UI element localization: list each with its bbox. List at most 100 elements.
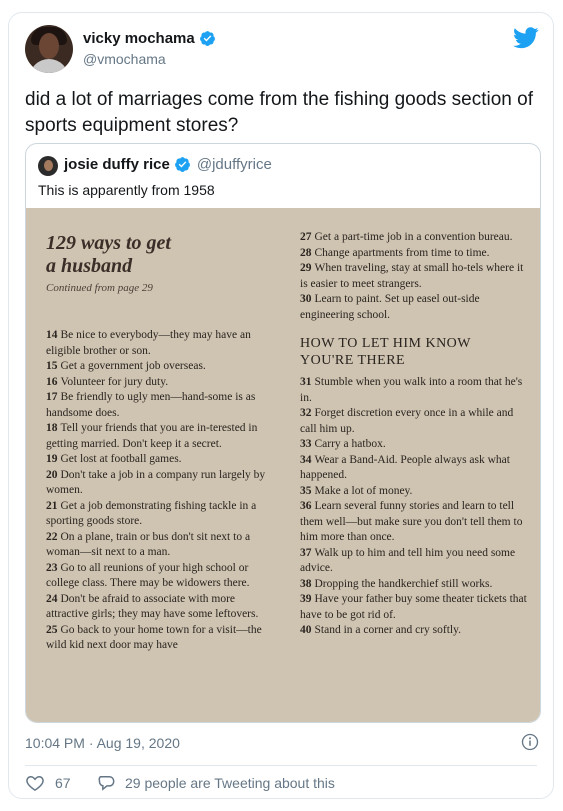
right-entry-list-bottom: 31 Stumble when you walk into a room that… [300,375,528,639]
article-continued: Continued from page 29 [46,282,153,294]
quoted-author-avatar[interactable] [38,156,58,176]
author-name-row[interactable]: vicky mochama [83,30,216,47]
entry-text: When traveling, stay at small ho-tels wh… [300,262,524,290]
quoted-tweet[interactable]: josie duffy rice @jduffyrice This is app… [25,143,541,723]
list-item: 23 Go to all reunions of your high school… [46,561,268,592]
list-item: 16 Volunteer for jury duty. [46,375,268,391]
tweet-timestamp[interactable]: 10:04 PM · Aug 19, 2020 [25,735,180,751]
speech-bubble-icon [98,776,115,791]
author-avatar[interactable] [25,25,73,73]
tweet-text: did a lot of marriages come from the fis… [25,89,533,136]
tweet-card: vicky mochama @vmochama did a lot of mar… [8,12,554,799]
entry-text: Carry a hatbox. [314,438,386,450]
entry-text: Don't be afraid to associate with more a… [46,592,259,621]
magazine-left-column: 129 ways to get a husband Continued from… [46,226,268,654]
list-item: 30 Learn to paint. Set up easel out-side … [300,292,528,323]
entry-text: Learn several funny stories and learn to… [300,500,523,543]
list-item: 32 Forget discretion every once in a whil… [300,406,528,437]
list-item: 35 Make a lot of money. [300,484,528,500]
entry-number: 40 [300,624,312,636]
entry-text: Change apartments from time to time. [314,246,490,259]
entry-number: 28 [300,246,312,259]
entry-text: Wear a Band-Aid. People always ask what … [300,453,510,482]
entry-number: 17 [46,391,58,403]
like-count: 67 [55,775,71,791]
list-item: 19 Get lost at football games. [46,452,268,468]
entry-text: Dropping the handkerchief still works. [314,577,493,590]
divider [25,765,537,766]
list-item: 22 On a plane, train or bus don't sit nex… [46,530,268,561]
entry-number: 22 [46,530,58,543]
list-item: 40 Stand in a corner and cry softly. [300,623,528,639]
entry-number: 21 [46,499,58,512]
list-item: 38 Dropping the handkerchief still works. [300,577,528,593]
list-item: 31 Stumble when you walk into a room that… [300,375,528,406]
tweeting-about-link[interactable]: 29 people are Tweeting about this [97,773,335,793]
quoted-author-row[interactable]: josie duffy rice @jduffyrice [64,156,272,173]
tweeting-about-text: 29 people are Tweeting about this [125,775,335,791]
entry-text: Get lost at football games. [60,453,182,465]
article-title-line2: a husband [46,255,133,277]
entry-text: Tell your friends that you are in-terest… [46,422,258,450]
quoted-author-name[interactable]: josie duffy rice [64,156,170,173]
like-button[interactable]: 67 [25,773,71,793]
entry-text: Learn to paint. Set up easel out-side en… [300,293,480,321]
left-entry-list: 14 Be nice to everybody—they may have an … [46,328,268,654]
info-icon[interactable] [521,733,539,751]
verified-badge-icon [174,157,190,172]
entry-text: Get a job demonstrating fishing tackle i… [46,499,257,528]
entry-number: 30 [300,293,312,305]
entry-text: Be nice to everybody—they may have an el… [46,329,251,357]
entry-text: Get a government job overseas. [60,360,206,372]
entry-text: Get a part-time job in a convention bure… [314,231,513,243]
entry-number: 38 [300,577,312,590]
entry-text: Be friendly to ugly men—hand-some is as … [46,391,256,419]
entry-number: 31 [300,376,312,388]
author-handle[interactable]: @vmochama [83,51,166,67]
right-entry-list-top: 27 Get a part-time job in a convention bu… [300,230,528,323]
entry-text: Forget discretion every once in a while … [300,407,514,435]
list-item: 21 Get a job demonstrating fishing tackle… [46,499,268,530]
heart-icon [26,775,44,791]
entry-number: 18 [46,422,58,434]
list-item: 20 Don't take a job in a company run larg… [46,468,268,499]
entry-number: 33 [300,438,312,450]
list-item: 29 When traveling, stay at small ho-tels … [300,261,528,292]
entry-text: Go to all reunions of your high school o… [46,561,250,590]
list-item: 15 Get a government job overseas. [46,359,268,375]
author-name[interactable]: vicky mochama [83,30,195,47]
entry-number: 32 [300,407,312,419]
entry-text: Walk up to him and tell him you need som… [300,546,516,575]
entry-number: 34 [300,453,312,466]
entry-text: Have your father buy some theater ticket… [300,593,527,621]
section-heading: HOW TO LET HIM KNOW YOU'RE THERE [300,335,528,369]
magazine-photo[interactable]: 129 ways to get a husband Continued from… [26,208,540,722]
entry-number: 16 [46,375,58,388]
entry-text: Make a lot of money. [314,484,413,497]
entry-number: 14 [46,329,58,341]
entry-number: 19 [46,453,58,465]
entry-number: 37 [300,546,312,559]
section-heading-line2: YOU'RE THERE [300,353,406,368]
entry-number: 25 [46,623,58,636]
entry-number: 35 [300,484,312,497]
verified-badge-icon [199,31,215,46]
twitter-bird-icon[interactable] [513,27,539,49]
list-item: 18 Tell your friends that you are in-tere… [46,421,268,452]
entry-number: 24 [46,592,58,605]
list-item: 25 Go back to your home town for a visit—… [46,623,268,654]
entry-text: Stand in a corner and cry softly. [314,624,461,636]
entry-number: 20 [46,468,58,481]
list-item: 28 Change apartments from time to time. [300,246,528,262]
quoted-author-handle[interactable]: @jduffyrice [197,156,272,173]
list-item: 27 Get a part-time job in a convention bu… [300,230,528,246]
entry-text: Volunteer for jury duty. [60,375,169,388]
list-item: 37 Walk up to him and tell him you need s… [300,546,528,577]
entry-number: 36 [300,500,312,512]
list-item: 36 Learn several funny stories and learn … [300,499,528,546]
list-item: 14 Be nice to everybody—they may have an … [46,328,268,359]
entry-number: 15 [46,360,58,372]
list-item: 24 Don't be afraid to associate with more… [46,592,268,623]
entry-number: 27 [300,231,312,243]
list-item: 17 Be friendly to ugly men—hand-some is a… [46,390,268,421]
